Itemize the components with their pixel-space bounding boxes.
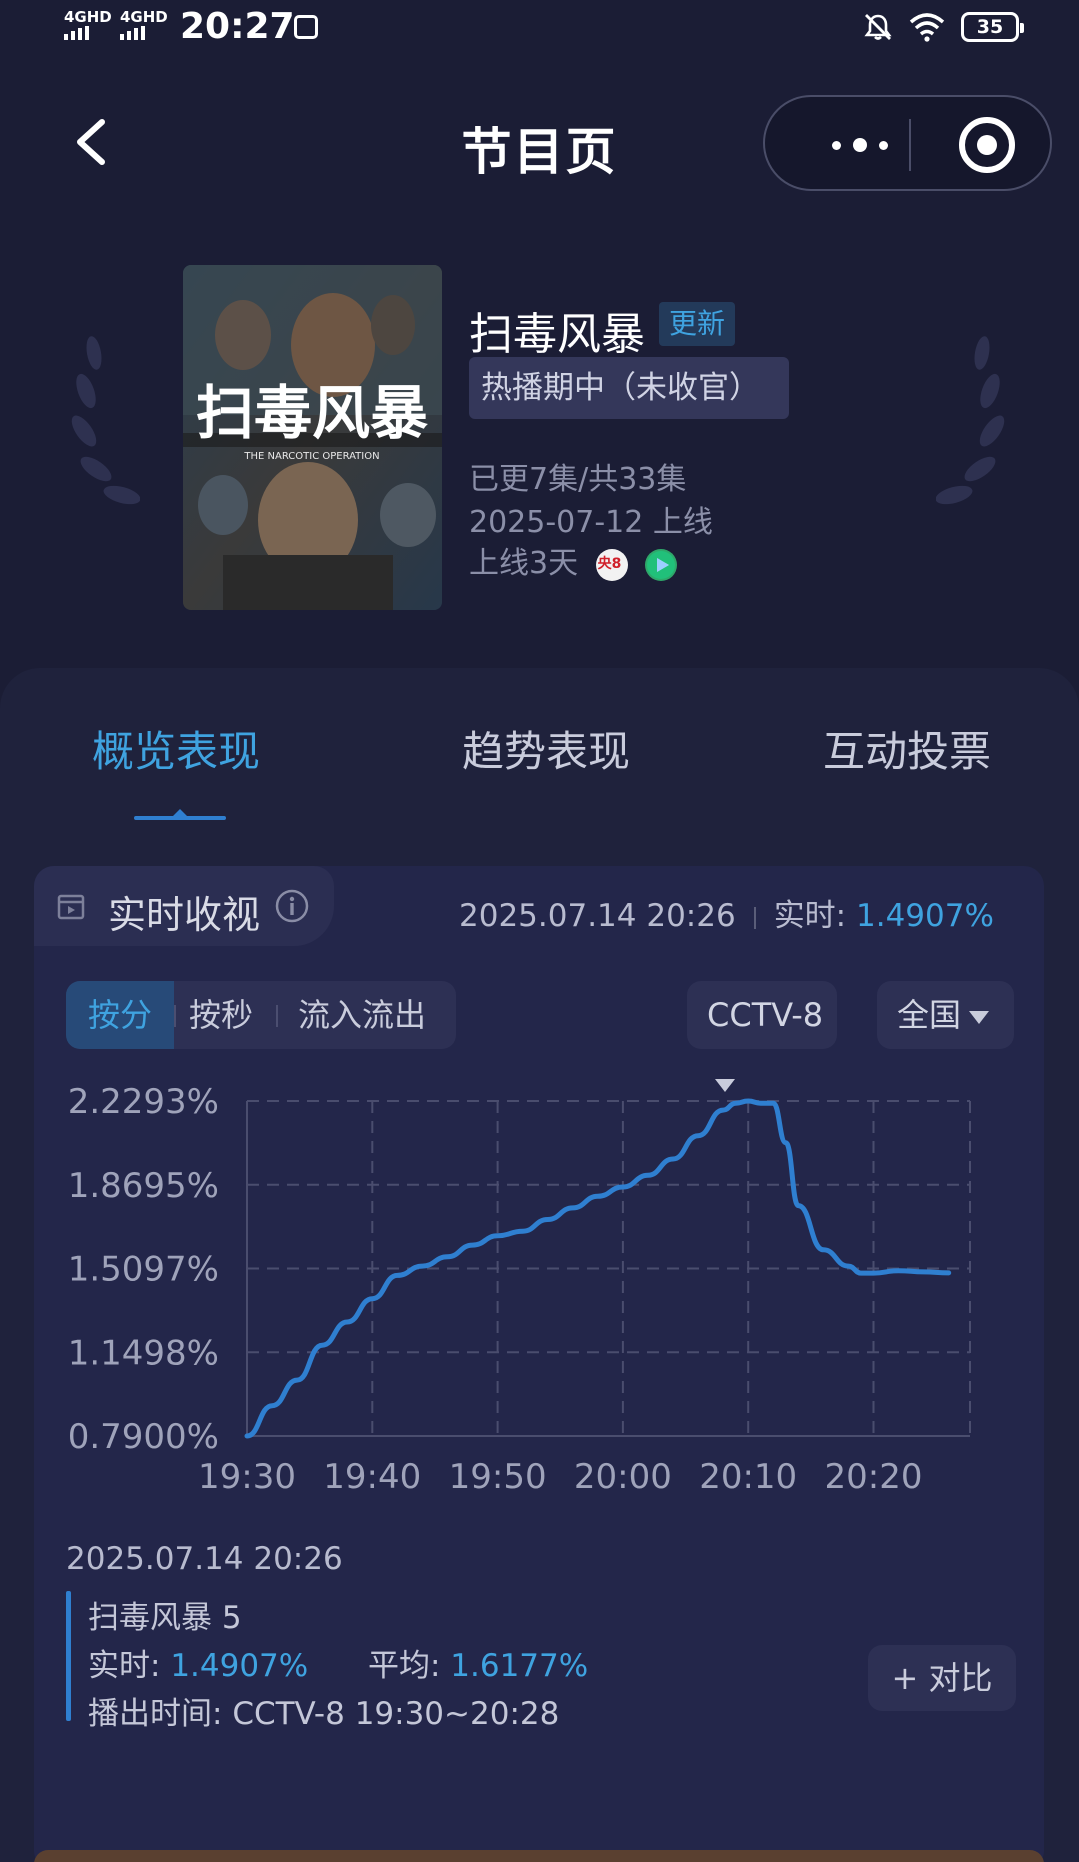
x-tick-label: 19:30 (198, 1457, 296, 1497)
segment-inflow-outflow[interactable]: 流入流出 (278, 981, 446, 1049)
mini-program-capsule (763, 95, 1052, 191)
ratings-line-chart[interactable]: 2.2293% 1.8695% 1.5097% 1.1498% 0.7900%19:30… (34, 1061, 1044, 1516)
days-online: 上线3天 (469, 546, 579, 581)
laurel-left-icon (71, 336, 140, 505)
network-label-2: 4GHD (120, 8, 168, 26)
network-label-1: 4GHD (64, 8, 112, 26)
channel-dropdown-value: CCTV-8 (707, 996, 824, 1034)
x-tick-label: 19:50 (449, 1457, 547, 1497)
realtime-ratings-card: 实时收视 2025.07.14 20:26 实时: 1.4907% 按分 按秒 流… (34, 866, 1044, 1862)
card-header: 实时收视 (34, 866, 334, 946)
episode-count: 已更7集/共33集 (469, 462, 687, 497)
tab-trend[interactable]: 趋势表现 (462, 718, 630, 779)
granularity-segmented-control: 按分 按秒 流入流出 (66, 981, 456, 1049)
signal-icon (64, 26, 112, 40)
tab-overview[interactable]: 概览表现 (92, 718, 260, 779)
series-airtime-value: CCTV-8 19:30~20:28 (232, 1696, 560, 1732)
tab-bar: 概览表现 趋势表现 互动投票 (0, 718, 1079, 808)
series-average-value: 1.6177% (450, 1648, 589, 1684)
series-stats-row: 实时: 1.4907% 平均: 1.6177% (88, 1648, 589, 1684)
navigation-bar: 节目页 (0, 90, 1079, 191)
network-indicator-2: 4GHD (120, 10, 168, 40)
tv-calendar-icon (57, 894, 85, 920)
poster-subtitle: THE NARCOTIC OPERATION (243, 451, 379, 462)
info-icon[interactable] (274, 888, 310, 924)
streaming-platform-icon (645, 548, 678, 581)
cctv8-badge-icon: 央8 (595, 548, 628, 581)
poster-title: 扫毒风暴 (196, 379, 428, 447)
series-live-value: 1.4907% (170, 1648, 309, 1684)
x-tick-label: 19:40 (323, 1457, 421, 1497)
live-label: 实时: (773, 898, 847, 934)
mute-bell-icon (864, 14, 892, 40)
live-value: 1.4907% (856, 898, 994, 934)
x-tick-label: 20:20 (825, 1457, 923, 1497)
realtime-timestamp: 2025.07.14 20:26 (459, 898, 736, 934)
series-color-bar (66, 1591, 71, 1721)
laurel-right-icon (936, 336, 1005, 505)
region-dropdown[interactable]: 全国 (877, 981, 1014, 1049)
app-notification-icon (294, 15, 318, 39)
x-tick-label: 20:00 (574, 1457, 672, 1497)
footer-timestamp: 2025.07.14 20:26 (66, 1541, 343, 1577)
chevron-down-icon (969, 1010, 990, 1024)
series-airtime-row: 播出时间: CCTV-8 19:30~20:28 (88, 1696, 560, 1732)
battery-icon: 35 (961, 12, 1024, 42)
network-indicator-1: 4GHD (64, 10, 112, 40)
release-date: 2025-07-12 上线 (469, 505, 713, 540)
days-online-row: 上线3天 央8 (469, 538, 678, 582)
x-tick-label: 20:10 (699, 1457, 797, 1497)
broadcast-status-badge: 热播期中（未收官） (469, 357, 789, 419)
program-title: 扫毒风暴 (469, 309, 645, 360)
program-poster[interactable]: 扫毒风暴 THE NARCOTIC OPERATION (183, 265, 442, 610)
signal-icon (120, 26, 168, 40)
y-tick-label: 1.1498% (68, 1333, 219, 1373)
segment-by-second[interactable]: 按秒 (176, 981, 266, 1049)
clock: 20:27 (180, 6, 295, 47)
realtime-header-info: 2025.07.14 20:26 实时: 1.4907% (459, 890, 994, 935)
update-badge: 更新 (659, 302, 736, 346)
channel-dropdown[interactable]: CCTV-8 (687, 981, 837, 1092)
active-tab-indicator (134, 809, 226, 820)
tab-vote[interactable]: 互动投票 (823, 718, 991, 779)
wifi-icon (909, 13, 945, 42)
region-dropdown-value: 全国 (897, 996, 962, 1034)
y-tick-label: 0.7900% (68, 1417, 219, 1457)
series-program-name: 扫毒风暴 5 (88, 1600, 242, 1636)
poster-image: 扫毒风暴 THE NARCOTIC OPERATION (183, 265, 442, 610)
more-icon[interactable] (810, 127, 910, 163)
status-bar: 4GHD 4GHD 20:27 35 (0, 0, 1079, 60)
close-mini-program-icon[interactable] (959, 117, 1015, 173)
data-panel: 概览表现 趋势表现 互动投票 实时收视 2025.07.14 20:26 实时: … (0, 668, 1079, 1862)
y-tick-label: 2.2293% (68, 1082, 219, 1122)
next-card-edge (34, 1850, 1044, 1862)
y-tick-label: 1.8695% (68, 1166, 219, 1206)
compare-button[interactable]: + 对比 (868, 1645, 1016, 1711)
y-tick-label: 1.5097% (68, 1250, 219, 1290)
segment-by-minute[interactable]: 按分 (66, 981, 174, 1049)
realtime-title: 实时收视 (108, 893, 261, 937)
